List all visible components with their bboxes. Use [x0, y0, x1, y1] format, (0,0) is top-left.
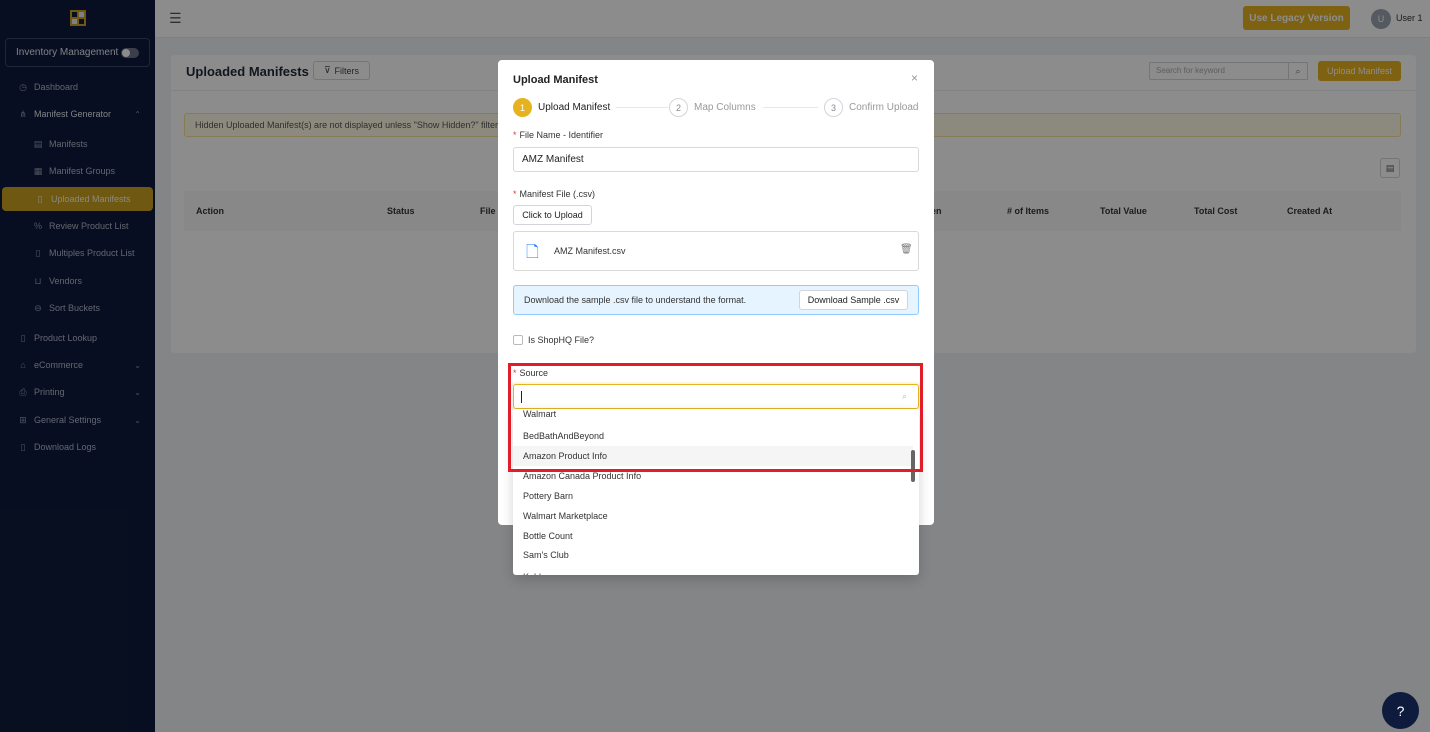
source-option-pottery-barn[interactable]: Pottery Barn [513, 486, 913, 506]
step-upload-manifest: 1 Upload Manifest [513, 98, 610, 117]
step-divider [763, 107, 818, 108]
help-button[interactable]: ? [1382, 692, 1419, 729]
shophq-label[interactable]: Is ShopHQ File? [528, 335, 594, 345]
uploaded-file-item: 🗋 AMZ Manifest.csv 🗑 [513, 231, 919, 271]
source-option-sams-club[interactable]: Sam's Club [513, 545, 913, 565]
close-icon[interactable]: × [911, 71, 918, 85]
modal-title: Upload Manifest [513, 74, 598, 86]
source-option-walmart-marketplace[interactable]: Walmart Marketplace [513, 506, 913, 526]
question-icon: ? [1396, 702, 1405, 719]
shophq-checkbox[interactable] [513, 335, 523, 345]
step-divider [616, 107, 668, 108]
delete-icon[interactable]: 🗑 [900, 244, 913, 255]
file-name-label: * File Name - Identifier [513, 130, 604, 140]
step-map-columns: 2 Map Columns [669, 98, 756, 117]
manifest-file-label: * Manifest File (.csv) [513, 189, 596, 199]
highlight-box [508, 363, 923, 472]
file-name-input[interactable]: AMZ Manifest [513, 147, 919, 172]
source-option-bottle-count[interactable]: Bottle Count [513, 526, 913, 546]
click-to-upload-button[interactable]: Click to Upload [513, 205, 592, 225]
download-sample-button[interactable]: Download Sample .csv [799, 290, 908, 310]
uploaded-file-name[interactable]: AMZ Manifest.csv [554, 246, 626, 256]
info-alert: Download the sample .csv file to underst… [513, 285, 919, 315]
document-icon: 🗋 [526, 244, 539, 261]
info-text: Download the sample .csv file to underst… [524, 295, 747, 305]
step-confirm-upload: 3 Confirm Upload [824, 98, 918, 117]
source-option-kohls[interactable]: Kohls [513, 567, 913, 575]
